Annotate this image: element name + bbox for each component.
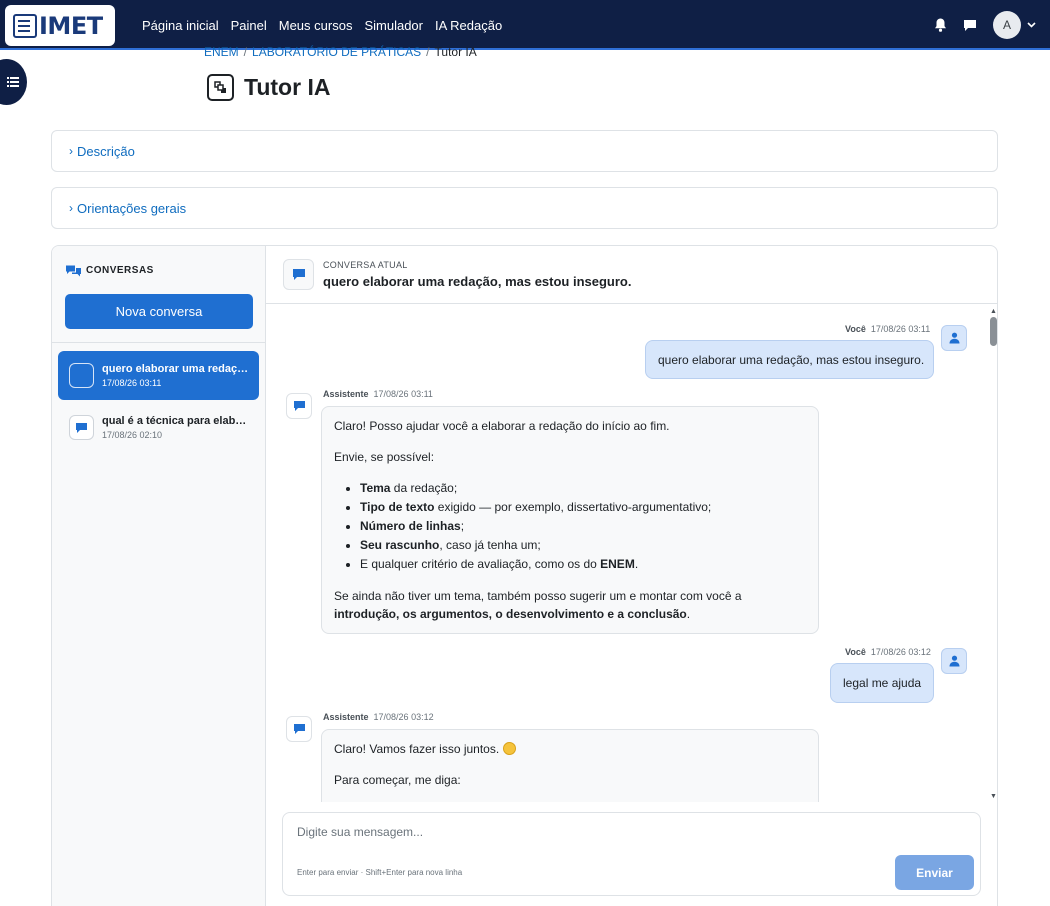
message-list[interactable]: Você 17/08/26 03:11 quero elaborar uma re… bbox=[266, 305, 997, 802]
chat-bubble-icon bbox=[69, 363, 94, 388]
page-header: Tutor IA bbox=[207, 74, 330, 101]
user-avatar-icon bbox=[941, 648, 967, 674]
chevron-right-icon: › bbox=[69, 201, 73, 215]
course-index-toggle[interactable] bbox=[0, 59, 27, 105]
logo-document-icon bbox=[13, 13, 37, 38]
scroll-up-icon[interactable]: ▲ bbox=[990, 308, 997, 315]
chevron-right-icon: › bbox=[69, 144, 73, 158]
guidelines-toggle[interactable]: › Orientações gerais bbox=[51, 187, 998, 229]
conversations-heading: CONVERSAS bbox=[65, 264, 154, 277]
conversation-item[interactable]: quero elaborar uma redação, mas estou in… bbox=[58, 351, 259, 400]
conversation-item[interactable]: qual é a técnica para elaborar uma redaç… bbox=[58, 403, 259, 452]
nav-link-home[interactable]: Página inicial bbox=[142, 18, 219, 33]
user-avatar-icon bbox=[941, 325, 967, 351]
messages-scrollbar[interactable]: ▲ ▼ bbox=[987, 305, 997, 802]
list-item: Seu rascunho, caso já tenha um; bbox=[360, 536, 806, 555]
conversation-date: 17/08/26 03:11 bbox=[102, 378, 162, 388]
nav-link-my-courses[interactable]: Meus cursos bbox=[279, 18, 353, 33]
list-item: Tipo de texto exigido — por exemplo, dis… bbox=[360, 498, 806, 517]
message-meta: Assistente 17/08/26 03:11 bbox=[323, 389, 433, 399]
navbar-actions: A bbox=[933, 0, 1036, 50]
chat-bubbles-icon bbox=[66, 265, 81, 277]
scroll-down-icon[interactable]: ▼ bbox=[990, 793, 997, 800]
conversation-title: quero elaborar uma redação, mas estou in… bbox=[102, 363, 252, 375]
user-menu[interactable]: A bbox=[993, 11, 1036, 39]
description-label: Descrição bbox=[77, 143, 135, 159]
composer-hint: Enter para enviar · Shift+Enter para nov… bbox=[297, 868, 463, 877]
list-item: Tema da redação; bbox=[360, 479, 806, 498]
scroll-thumb[interactable] bbox=[990, 317, 997, 346]
conversation-title: qual é a técnica para elaborar uma redaç… bbox=[102, 415, 252, 427]
assistant-message-bubble: Claro! Posso ajudar você a elaborar a re… bbox=[321, 406, 819, 634]
assistant-avatar-icon bbox=[286, 716, 312, 742]
primary-nav: Página inicial Painel Meus cursos Simula… bbox=[142, 0, 502, 50]
message-meta: Você 17/08/26 03:11 bbox=[845, 324, 931, 334]
new-conversation-button[interactable]: Nova conversa bbox=[65, 294, 253, 329]
user-message-bubble: legal me ajuda bbox=[830, 663, 934, 703]
message-meta: Você 17/08/26 03:12 bbox=[845, 647, 931, 657]
breadcrumb-current: Tutor IA bbox=[434, 45, 477, 59]
chat-bubble-icon bbox=[283, 259, 314, 290]
send-button[interactable]: Enviar bbox=[895, 855, 974, 890]
nav-link-dashboard[interactable]: Painel bbox=[231, 18, 267, 33]
sidebar-divider bbox=[52, 342, 265, 343]
chevron-down-icon bbox=[1027, 22, 1036, 28]
list-item: Número de linhas; bbox=[360, 517, 806, 536]
activity-icon bbox=[207, 74, 234, 101]
breadcrumb-enem[interactable]: ENEM bbox=[204, 45, 239, 59]
top-navbar: IMET Página inicial Painel Meus cursos S… bbox=[0, 0, 1050, 50]
logo-text: IMET bbox=[39, 11, 103, 40]
smile-emoji-icon bbox=[502, 742, 516, 755]
conversation-date: 17/08/26 02:10 bbox=[102, 430, 163, 440]
conversation-header: CONVERSA ATUAL quero elaborar uma redaçã… bbox=[266, 246, 997, 304]
chat-bubble-icon bbox=[69, 415, 94, 440]
avatar: A bbox=[993, 11, 1021, 39]
conversation-panel: CONVERSA ATUAL quero elaborar uma redaçã… bbox=[266, 246, 997, 906]
nav-link-ai-writing[interactable]: IA Redação bbox=[435, 18, 502, 33]
assistant-message-bubble: Claro! Vamos fazer isso juntos. Para com… bbox=[321, 729, 819, 802]
breadcrumb: ENEM / LABORATÓRIO DE PRÁTICAS / Tutor IA bbox=[204, 45, 477, 59]
site-logo[interactable]: IMET bbox=[5, 5, 115, 46]
breadcrumb-lab[interactable]: LABORATÓRIO DE PRÁTICAS bbox=[252, 45, 421, 59]
requirements-list: Tema da redação; Tipo de texto exigido —… bbox=[360, 479, 806, 574]
list-icon bbox=[6, 77, 19, 87]
guidelines-label: Orientações gerais bbox=[77, 200, 187, 216]
message-composer: Enter para enviar · Shift+Enter para nov… bbox=[282, 812, 981, 896]
user-message-bubble: quero elaborar uma redação, mas estou in… bbox=[645, 340, 934, 379]
bell-icon[interactable] bbox=[933, 18, 947, 32]
conversation-sidebar: CONVERSAS Nova conversa quero elaborar u… bbox=[52, 246, 266, 906]
assistant-avatar-icon bbox=[286, 393, 312, 419]
chat-bubble-icon[interactable] bbox=[963, 18, 977, 32]
current-conversation-label: CONVERSA ATUAL bbox=[323, 260, 408, 270]
current-conversation-title: quero elaborar uma redação, mas estou in… bbox=[323, 274, 632, 289]
chat-container: CONVERSAS Nova conversa quero elaborar u… bbox=[51, 245, 998, 906]
message-meta: Assistente 17/08/26 03:12 bbox=[323, 712, 434, 722]
message-input[interactable] bbox=[297, 825, 857, 839]
list-item: E qualquer critério de avaliação, como o… bbox=[360, 555, 806, 574]
nav-link-simulator[interactable]: Simulador bbox=[364, 18, 423, 33]
page-title: Tutor IA bbox=[244, 74, 331, 100]
description-toggle[interactable]: › Descrição bbox=[51, 130, 998, 172]
